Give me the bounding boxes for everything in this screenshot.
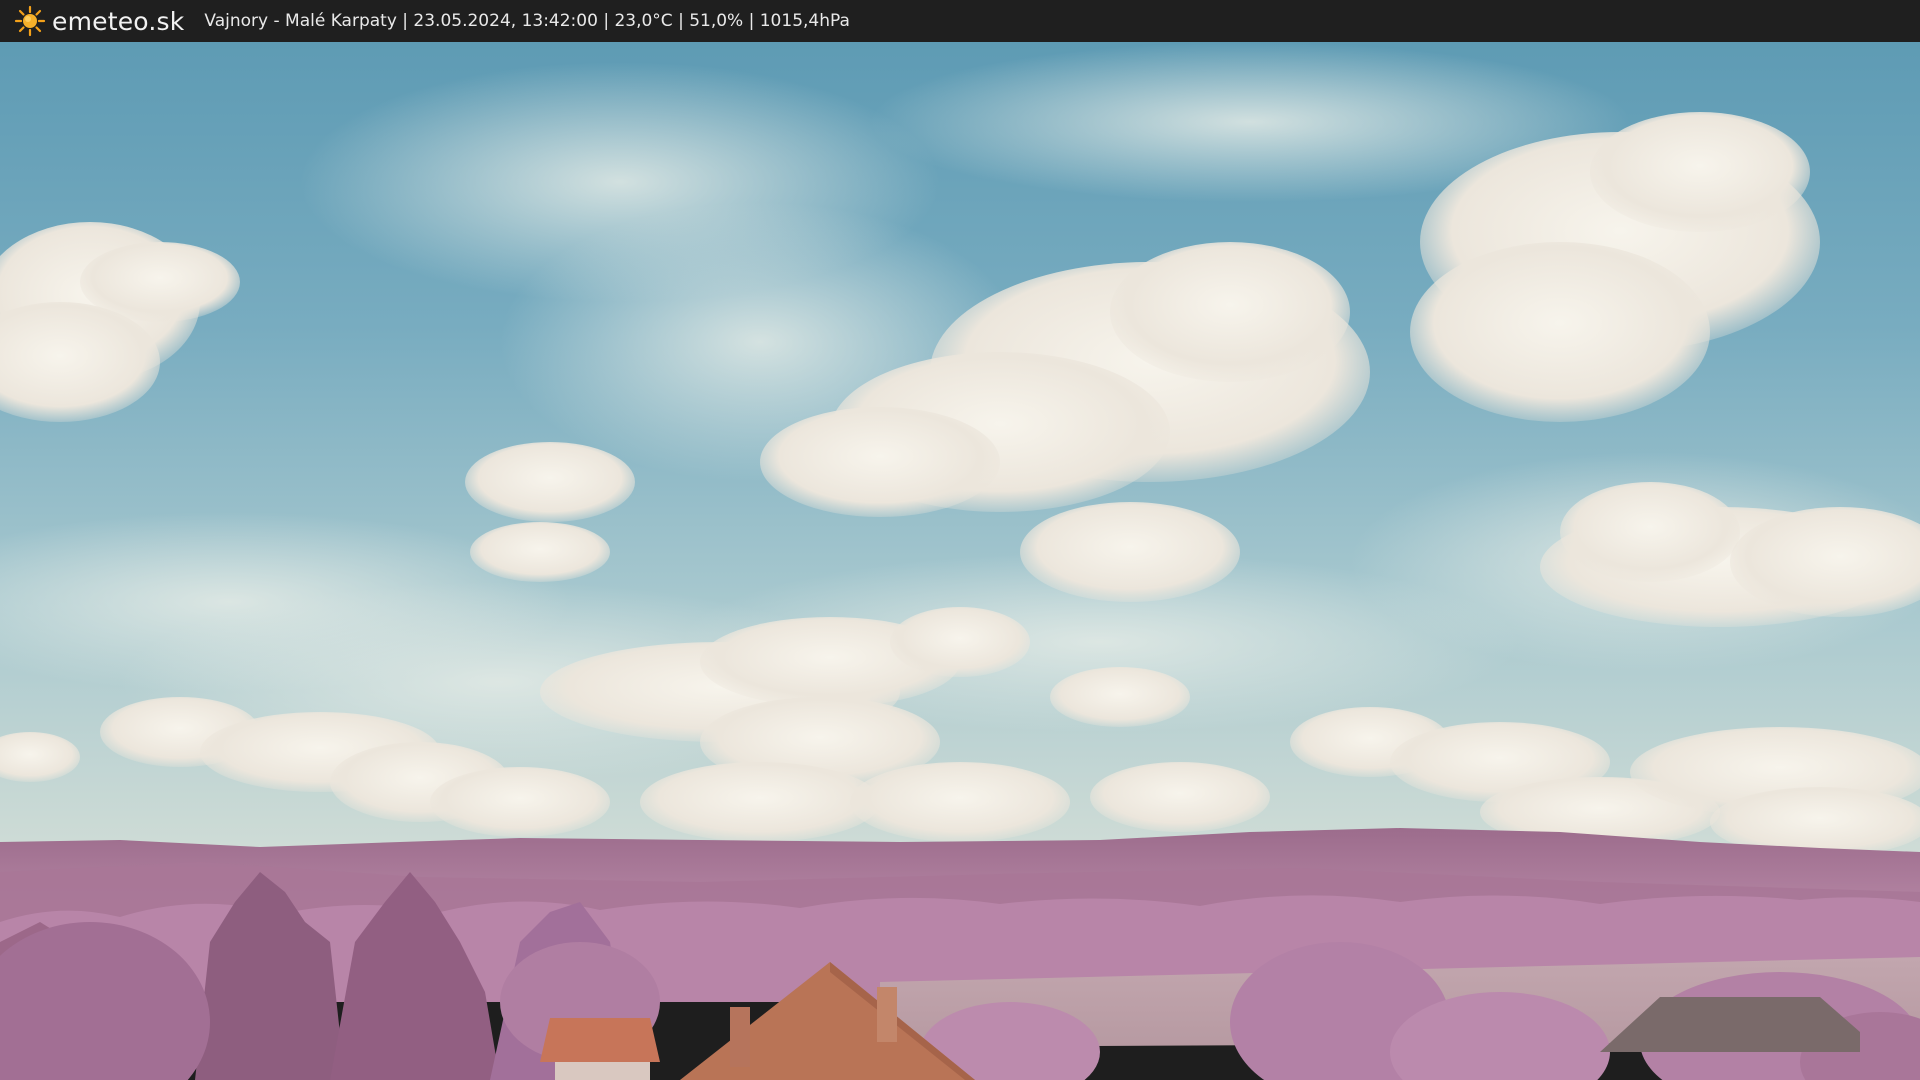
webcam-image [0,42,1920,1080]
sun-icon [14,5,46,37]
site-brand: emeteo.sk [52,6,185,36]
webcam-header-bar: emeteo.sk Vajnory - Malé Karpaty | 23.05… [0,0,1920,42]
station-info: Vajnory - Malé Karpaty | 23.05.2024, 13:… [204,11,850,31]
site-logo[interactable]: emeteo.sk [14,0,184,42]
